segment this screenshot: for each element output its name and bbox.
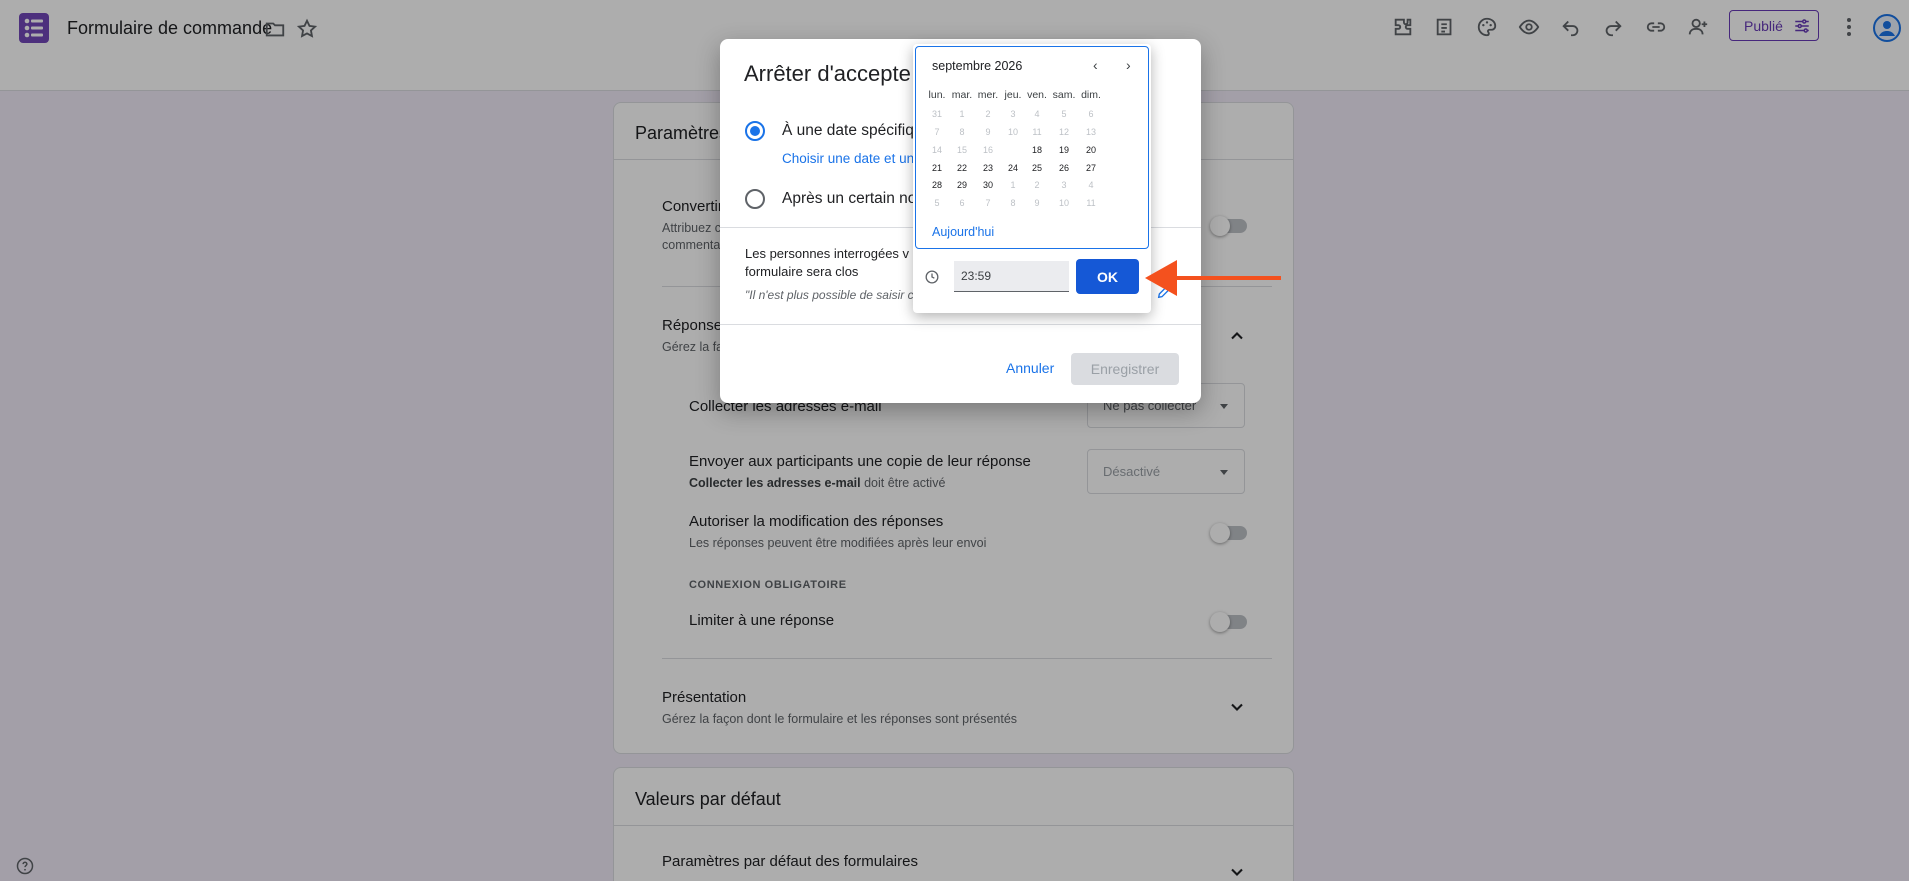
calendar-day[interactable]: 13 xyxy=(1076,124,1106,141)
calendar-day[interactable]: 6 xyxy=(1076,106,1106,123)
calendar-day[interactable]: 25 xyxy=(1022,160,1052,177)
calendar-day[interactable]: 27 xyxy=(1076,160,1106,177)
after-count-label[interactable]: Après un certain nor xyxy=(782,190,922,208)
weekday-label: dim. xyxy=(1081,89,1101,101)
calendar-day[interactable]: 19 xyxy=(1049,142,1079,159)
specific-date-label[interactable]: À une date spécifiqu xyxy=(782,122,922,140)
annotation-arrow xyxy=(1143,256,1283,300)
weekday-label: ven. xyxy=(1027,89,1047,101)
calendar-panel: septembre 2026 ‹ › lun. mar. mer. jeu. ven. s… xyxy=(915,46,1149,249)
cancel-button[interactable]: Annuler xyxy=(1006,360,1054,376)
calendar-day[interactable]: 18 xyxy=(1022,142,1052,159)
calendar-day[interactable]: 3 xyxy=(1049,177,1079,194)
next-month-icon[interactable]: › xyxy=(1126,57,1131,73)
weekday-label: sam. xyxy=(1052,89,1076,101)
calendar-day[interactable]: 11 xyxy=(1022,124,1052,141)
calendar-day[interactable]: 5 xyxy=(1049,106,1079,123)
calendar-day[interactable]: 20 xyxy=(1076,142,1106,159)
today-button[interactable]: Aujourd'hui xyxy=(932,225,994,239)
calendar-day[interactable]: 11 xyxy=(1076,195,1106,212)
calendar-day[interactable]: 26 xyxy=(1049,160,1079,177)
calendar-day[interactable]: 10 xyxy=(1049,195,1079,212)
after-count-radio[interactable] xyxy=(745,189,765,209)
prev-month-icon[interactable]: ‹ xyxy=(1093,57,1098,73)
calendar-day[interactable]: 12 xyxy=(1049,124,1079,141)
save-button[interactable]: Enregistrer xyxy=(1071,353,1179,385)
date-picker-popup: septembre 2026 ‹ › lun. mar. mer. jeu. ven. s… xyxy=(913,44,1151,313)
dialog-divider xyxy=(720,324,1201,325)
closed-message-label: Les personnes interrogées v formulaire s… xyxy=(745,246,910,279)
clock-icon xyxy=(925,270,939,284)
time-input[interactable]: 23:59 xyxy=(954,261,1069,292)
closed-message-text: "Il n'est plus possible de saisir c xyxy=(745,288,914,302)
specific-date-radio[interactable] xyxy=(745,121,765,141)
ok-button[interactable]: OK xyxy=(1076,259,1139,294)
calendar-day[interactable]: 2 xyxy=(1022,177,1052,194)
calendar-day[interactable]: 4 xyxy=(1076,177,1106,194)
calendar-day[interactable]: 4 xyxy=(1022,106,1052,123)
choose-date-link[interactable]: Choisir une date et un xyxy=(782,151,914,166)
calendar-day[interactable]: 9 xyxy=(1022,195,1052,212)
month-label: septembre 2026 xyxy=(932,59,1023,73)
dialog-title: Arrêter d'accepte xyxy=(744,61,911,86)
